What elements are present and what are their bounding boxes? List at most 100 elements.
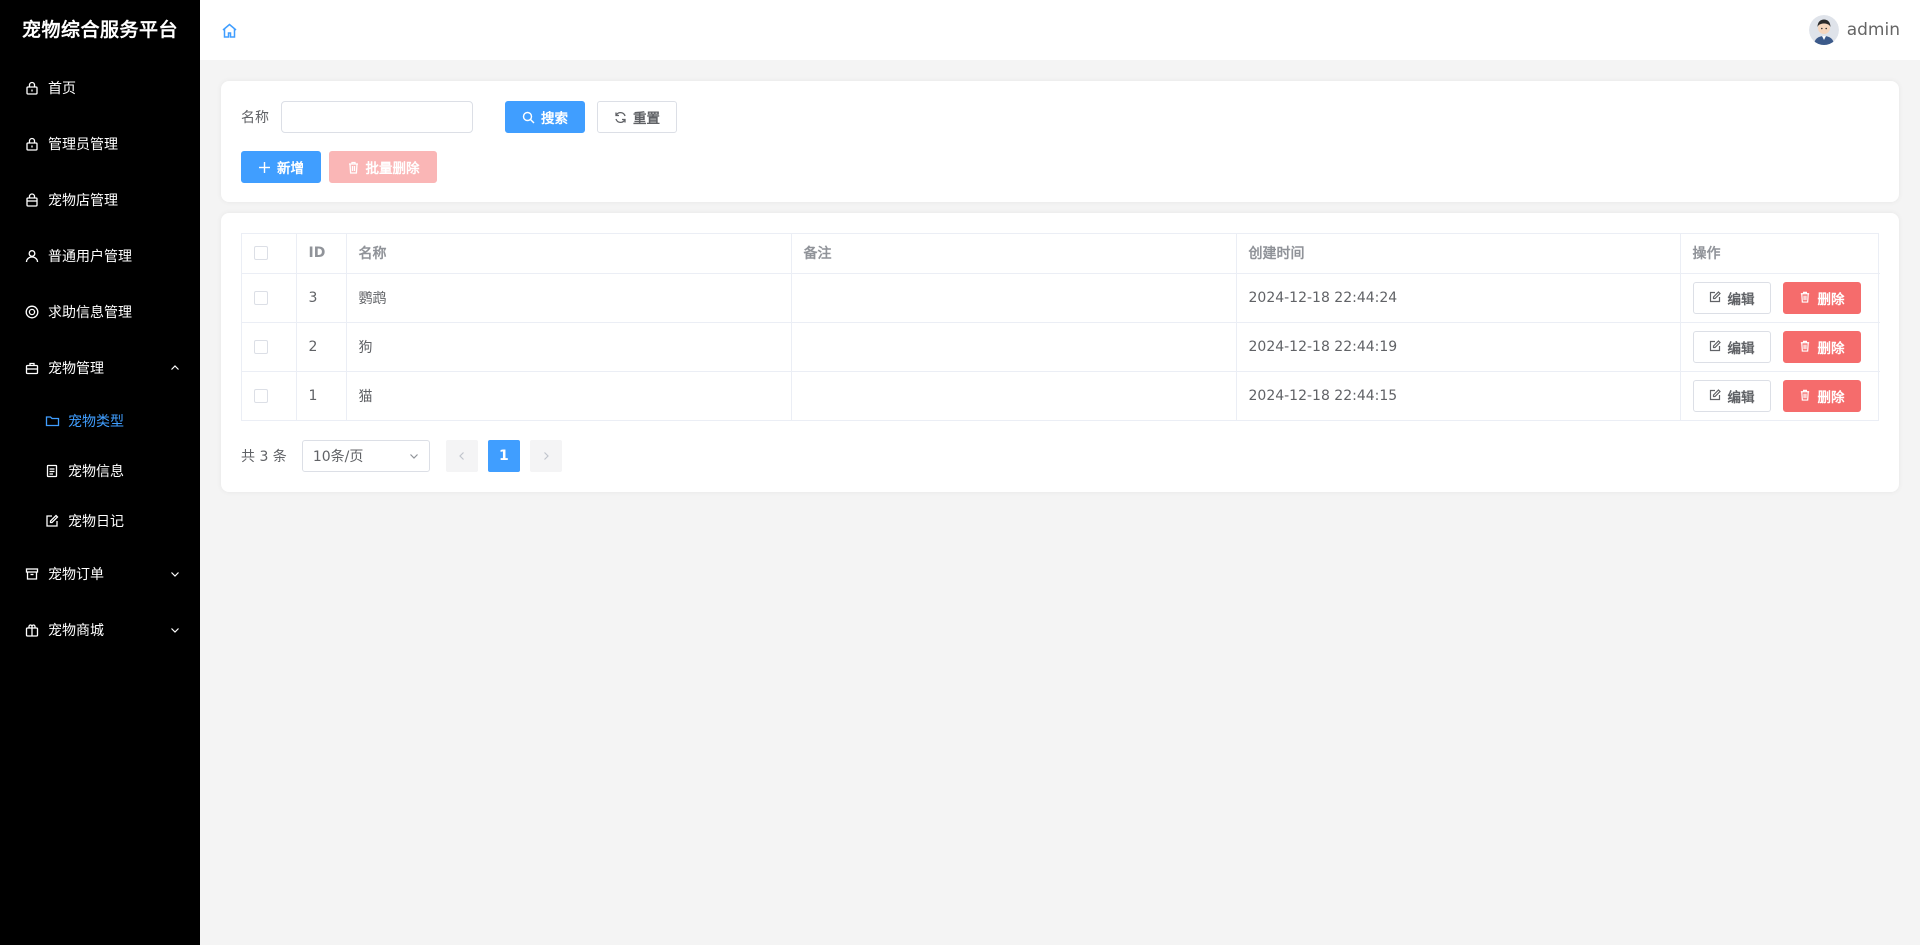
edit-button-label: 编辑 xyxy=(1727,291,1755,308)
sidebar-item-label: 宠物店管理 xyxy=(48,193,118,209)
next-page-button[interactable] xyxy=(529,440,562,472)
sidebar: 宠物综合服务平台 首页 管理员管理 宠物店管理 普通用户管理 求助信息管理 宠物… xyxy=(0,0,200,945)
pagination-total: 共 3 条 xyxy=(241,449,287,465)
page-size-select[interactable]: 10条/页 xyxy=(301,440,430,472)
edit-button-label: 编辑 xyxy=(1727,389,1755,406)
search-button-label: 搜索 xyxy=(541,111,568,127)
sidebar-item-pet-management[interactable]: 宠物管理 xyxy=(0,340,200,396)
cell-name: 鹦鹉 xyxy=(346,273,792,323)
batch-delete-button[interactable]: 批量删除 xyxy=(329,151,437,183)
present-icon xyxy=(24,622,40,638)
search-panel: 名称 搜索 重置 新增 批量删除 xyxy=(221,81,1899,202)
edit-button[interactable]: 编辑 xyxy=(1692,330,1771,363)
name-filter-label: 名称 xyxy=(241,110,269,126)
column-header-actions: 操作 xyxy=(1680,234,1880,274)
chevron-up-icon xyxy=(170,363,180,373)
table-header-row: ID 名称 备注 创建时间 操作 xyxy=(242,234,1880,274)
delete-button-label: 删除 xyxy=(1817,340,1845,357)
edit-icon xyxy=(1709,389,1722,402)
column-header-name: 名称 xyxy=(346,234,792,274)
pagination: 共 3 条 10条/页 1 xyxy=(241,440,562,472)
sidebar-item-label: 宠物信息 xyxy=(68,464,124,480)
prev-page-button[interactable] xyxy=(445,440,478,472)
reset-button[interactable]: 重置 xyxy=(597,101,677,133)
delete-button[interactable]: 删除 xyxy=(1782,330,1861,363)
cell-remark xyxy=(791,273,1237,323)
chevron-down-icon xyxy=(170,569,180,579)
sidebar-item-admin[interactable]: 管理员管理 xyxy=(0,116,200,172)
box-icon xyxy=(24,566,40,582)
sidebar-item-pet-info[interactable]: 宠物信息 xyxy=(0,446,200,496)
chevron-down-icon xyxy=(170,625,180,635)
row-checkbox[interactable] xyxy=(254,290,268,305)
sidebar-item-label: 普通用户管理 xyxy=(48,249,132,265)
sidebar-item-pet-diary[interactable]: 宠物日记 xyxy=(0,496,200,546)
search-button[interactable]: 搜索 xyxy=(505,101,585,133)
cell-remark xyxy=(791,322,1237,372)
sidebar-item-pet-mall[interactable]: 宠物商城 xyxy=(0,602,200,658)
user-menu[interactable]: admin xyxy=(1808,15,1900,45)
sidebar-item-pet-type[interactable]: 宠物类型 xyxy=(0,396,200,446)
trash-icon xyxy=(1799,340,1812,353)
lock-icon xyxy=(24,136,40,152)
trash-icon xyxy=(1799,389,1812,402)
search-icon xyxy=(522,111,535,124)
cell-created: 2024-12-18 22:44:24 xyxy=(1236,273,1681,323)
chevron-left-icon xyxy=(458,452,464,460)
column-header-remark: 备注 xyxy=(791,234,1237,274)
delete-button-label: 删除 xyxy=(1817,291,1845,308)
lock-icon xyxy=(24,80,40,96)
edit-icon xyxy=(1709,291,1722,304)
avatar xyxy=(1808,15,1839,45)
reset-button-label: 重置 xyxy=(633,111,660,127)
plus-icon xyxy=(258,161,271,174)
column-header-id: ID xyxy=(296,234,347,274)
cell-created: 2024-12-18 22:44:15 xyxy=(1236,371,1681,420)
trash-icon xyxy=(1799,291,1812,304)
name-search-input[interactable] xyxy=(281,101,473,133)
action-row: 新增 批量删除 xyxy=(241,151,437,183)
delete-button-label: 删除 xyxy=(1817,389,1845,406)
username: admin xyxy=(1846,20,1900,40)
app-title: 宠物综合服务平台 xyxy=(21,19,178,41)
trash-icon xyxy=(347,161,360,174)
sidebar-item-help[interactable]: 求助信息管理 xyxy=(0,284,200,340)
home-icon[interactable] xyxy=(220,21,238,39)
table-panel: ID 名称 备注 创建时间 操作 3 鹦鹉 2024-12-18 22:44:2… xyxy=(221,213,1899,492)
sidebar-item-label: 宠物管理 xyxy=(48,361,104,377)
briefcase-icon xyxy=(24,360,40,376)
sidebar-item-label: 宠物日记 xyxy=(68,514,124,530)
sidebar-item-home[interactable]: 首页 xyxy=(0,60,200,116)
sidebar-item-pet-store[interactable]: 宠物店管理 xyxy=(0,172,200,228)
page-button-current[interactable]: 1 xyxy=(487,440,520,472)
add-button[interactable]: 新增 xyxy=(241,151,321,183)
table-row: 2 狗 2024-12-18 22:44:19 编辑 删除 xyxy=(242,322,1880,372)
cell-id: 3 xyxy=(296,273,347,323)
folder-icon xyxy=(44,413,60,429)
row-checkbox[interactable] xyxy=(254,388,268,403)
edit-button[interactable]: 编辑 xyxy=(1692,379,1771,412)
page-size-value: 10条/页 xyxy=(312,449,364,465)
edit-icon xyxy=(1709,340,1722,353)
delete-button[interactable]: 删除 xyxy=(1782,281,1861,314)
row-checkbox[interactable] xyxy=(254,339,268,354)
select-all-checkbox[interactable] xyxy=(254,246,268,261)
sidebar-item-users[interactable]: 普通用户管理 xyxy=(0,228,200,284)
sidebar-item-label: 宠物类型 xyxy=(68,414,124,430)
edit-button[interactable]: 编辑 xyxy=(1692,281,1771,314)
cell-remark xyxy=(791,371,1237,420)
select-all-cell xyxy=(242,234,297,274)
sidebar-item-pet-order[interactable]: 宠物订单 xyxy=(0,546,200,602)
delete-button[interactable]: 删除 xyxy=(1782,379,1861,412)
top-header: admin xyxy=(200,0,1920,60)
sidebar-menu: 首页 管理员管理 宠物店管理 普通用户管理 求助信息管理 宠物管理 宠物类型 宠… xyxy=(0,60,200,658)
cell-id: 2 xyxy=(296,322,347,372)
batch-delete-button-label: 批量删除 xyxy=(365,161,420,177)
search-row: 名称 搜索 重置 xyxy=(241,101,677,133)
chevron-down-icon xyxy=(409,451,419,461)
help-ring-icon xyxy=(24,304,40,320)
chevron-right-icon xyxy=(543,452,549,460)
document-icon xyxy=(44,463,60,479)
refresh-icon xyxy=(614,111,627,124)
shopping-bag-icon xyxy=(24,192,40,208)
